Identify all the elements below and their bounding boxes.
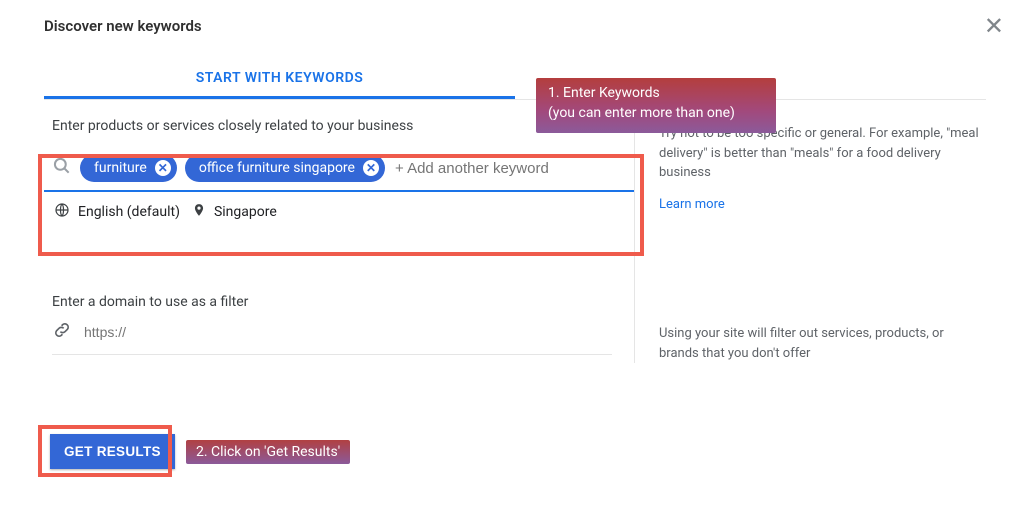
search-icon xyxy=(52,156,72,180)
language-selector[interactable]: English (default) xyxy=(78,204,180,220)
domain-input[interactable] xyxy=(82,323,267,341)
domain-hint-text: Using your site will filter out services… xyxy=(659,324,986,363)
tab-start-with-keywords[interactable]: START WITH KEYWORDS xyxy=(44,70,515,99)
annotation-step-1-sub: (you can enter more than one) xyxy=(548,104,766,124)
get-results-button[interactable]: GET RESULTS xyxy=(50,434,175,469)
page-title: Discover new keywords xyxy=(44,17,202,35)
keyword-add-input[interactable] xyxy=(393,159,628,178)
tab-bar: START WITH KEYWORDS xyxy=(44,70,986,100)
close-icon[interactable]: ✕ xyxy=(978,14,1010,38)
keyword-chip[interactable]: furniture ✕ xyxy=(80,154,177,182)
annotation-step-1: 1. Enter Keywords (you can enter more th… xyxy=(536,78,776,133)
domain-filter-label: Enter a domain to use as a filter xyxy=(52,294,634,310)
chip-remove-icon[interactable]: ✕ xyxy=(155,160,171,176)
location-selector[interactable]: Singapore xyxy=(214,204,277,220)
keyword-input-bar[interactable]: furniture ✕ office furniture singapore ✕ xyxy=(44,148,634,192)
chip-remove-icon[interactable]: ✕ xyxy=(363,160,379,176)
keyword-chip-label: office furniture singapore xyxy=(199,160,355,176)
link-icon xyxy=(52,320,72,344)
keyword-chip-label: furniture xyxy=(94,160,147,176)
globe-icon xyxy=(54,202,70,222)
annotation-step-1-title: 1. Enter Keywords xyxy=(548,84,766,104)
learn-more-link[interactable]: Learn more xyxy=(659,195,725,215)
annotation-step-2: 2. Click on 'Get Results' xyxy=(186,440,350,464)
keyword-chip[interactable]: office furniture singapore ✕ xyxy=(185,154,385,182)
pin-icon xyxy=(192,203,206,221)
